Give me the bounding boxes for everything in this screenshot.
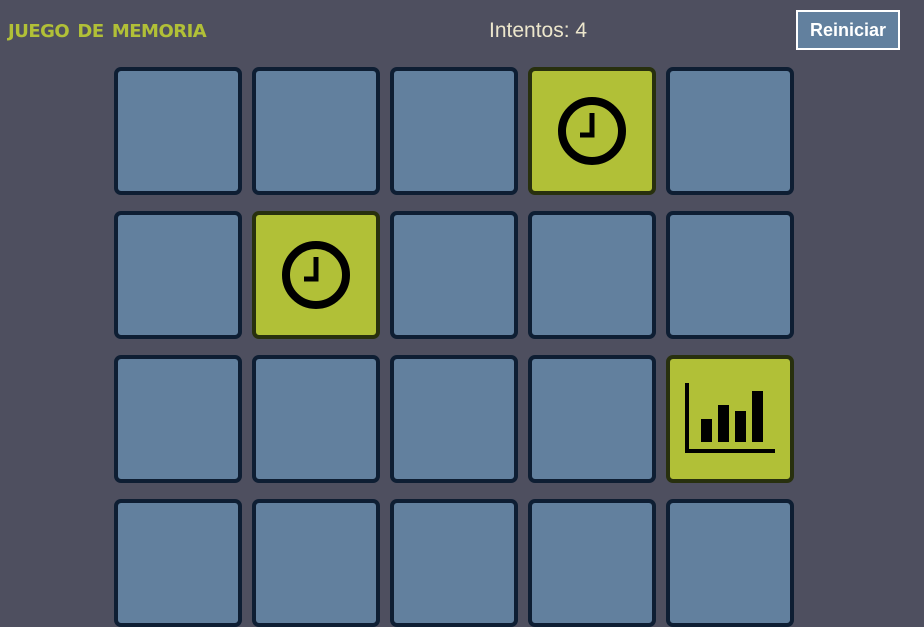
memory-card[interactable] <box>252 211 380 339</box>
memory-card[interactable] <box>114 499 242 627</box>
clock-icon <box>280 239 352 311</box>
memory-card[interactable] <box>528 211 656 339</box>
memory-card[interactable] <box>528 355 656 483</box>
memory-card[interactable] <box>114 355 242 483</box>
memory-card[interactable] <box>390 355 518 483</box>
memory-card[interactable] <box>666 211 794 339</box>
memory-card[interactable] <box>666 499 794 627</box>
memory-card[interactable] <box>252 355 380 483</box>
reset-button[interactable]: Reiniciar <box>796 10 900 50</box>
memory-card[interactable] <box>390 67 518 195</box>
memory-card[interactable] <box>114 67 242 195</box>
memory-card[interactable] <box>390 499 518 627</box>
header: Juego de Memoria Intentos: 4 Reiniciar <box>0 0 924 64</box>
memory-card[interactable] <box>252 499 380 627</box>
clock-icon <box>556 95 628 167</box>
attempts-counter: Intentos: 4 <box>489 19 588 42</box>
card-grid <box>114 67 794 627</box>
memory-card[interactable] <box>390 211 518 339</box>
memory-card[interactable] <box>528 499 656 627</box>
memory-card[interactable] <box>252 67 380 195</box>
bar-chart-icon <box>683 383 777 455</box>
memory-card[interactable] <box>114 211 242 339</box>
memory-card[interactable] <box>528 67 656 195</box>
game-title: Juego de Memoria <box>8 14 207 43</box>
memory-card[interactable] <box>666 67 794 195</box>
memory-card[interactable] <box>666 355 794 483</box>
